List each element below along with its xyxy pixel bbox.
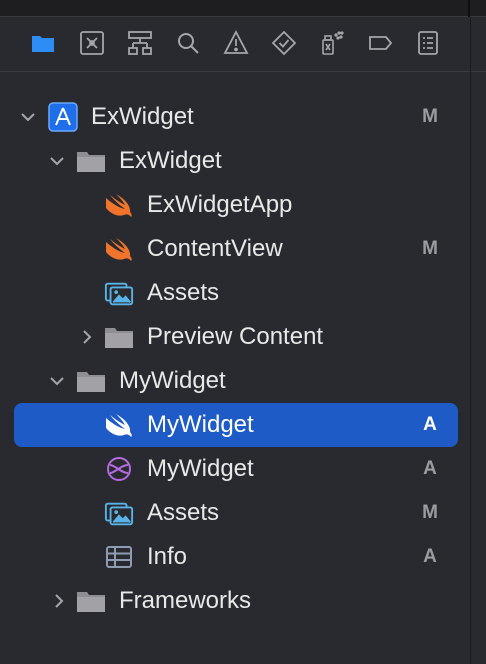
status-badge: M bbox=[422, 106, 438, 127]
split-view-gap bbox=[468, 0, 470, 17]
tree-row-folder-exwidget[interactable]: ExWidget bbox=[0, 139, 470, 183]
tree-row-project[interactable]: ExWidget M bbox=[0, 95, 470, 139]
test-icon bbox=[271, 30, 297, 56]
folder-icon bbox=[76, 367, 106, 395]
assets-icon bbox=[104, 279, 134, 307]
issue-navigator-button[interactable] bbox=[222, 29, 250, 57]
folder-icon bbox=[76, 587, 106, 615]
tree-row-label: MyWidget bbox=[147, 411, 254, 438]
swift-icon bbox=[104, 191, 134, 219]
folder-icon bbox=[104, 323, 134, 351]
tree-row-label: Assets bbox=[147, 499, 220, 526]
tree-row-label: MyWidget bbox=[147, 455, 254, 482]
tree-row-file-assets-2[interactable]: Assets M bbox=[0, 491, 470, 535]
chevron-down-icon[interactable] bbox=[47, 371, 67, 391]
tree-row-file-info[interactable]: Info A bbox=[0, 535, 470, 579]
project-navigator-button[interactable] bbox=[29, 29, 57, 57]
window-top-strip bbox=[0, 0, 486, 17]
tree-row-folder-mywidget[interactable]: MyWidget bbox=[0, 359, 470, 403]
status-badge: M bbox=[422, 502, 438, 523]
debug-icon bbox=[322, 31, 344, 55]
tree-row-label: ExWidgetApp bbox=[147, 191, 293, 218]
breakpoint-icon bbox=[369, 36, 393, 50]
hierarchy-icon bbox=[128, 31, 152, 55]
chevron-down-icon[interactable] bbox=[47, 151, 67, 171]
swift-icon bbox=[104, 235, 134, 263]
tree-row-label: MyWidget bbox=[119, 367, 226, 394]
warning-icon bbox=[223, 30, 249, 54]
find-navigator-button[interactable] bbox=[174, 29, 202, 57]
tree-row-label: ExWidget bbox=[119, 147, 222, 174]
status-badge: M bbox=[422, 238, 438, 259]
status-badge: A bbox=[423, 414, 437, 435]
tree-row-label: ExWidget bbox=[91, 103, 194, 130]
assets-icon bbox=[104, 499, 134, 527]
tree-row-file-exwidgetapp[interactable]: ExWidgetApp bbox=[0, 183, 470, 227]
folder-icon bbox=[76, 147, 106, 175]
swift-icon bbox=[104, 411, 134, 439]
tree-row-folder-preview-content[interactable]: Preview Content bbox=[0, 315, 470, 359]
debug-navigator-button[interactable] bbox=[318, 29, 346, 57]
tree-row-file-assets[interactable]: Assets bbox=[0, 271, 470, 315]
chevron-right-icon[interactable] bbox=[77, 327, 97, 347]
report-icon bbox=[418, 31, 438, 55]
report-navigator-button[interactable] bbox=[414, 29, 442, 57]
tree-row-label: Assets bbox=[147, 279, 220, 306]
xcode-project-icon bbox=[48, 102, 78, 132]
chevron-down-icon[interactable] bbox=[18, 107, 38, 127]
tree-row-label: ContentView bbox=[147, 235, 283, 262]
toolbar-divider bbox=[0, 71, 486, 72]
search-icon bbox=[178, 33, 199, 54]
navigator-selector-bar bbox=[0, 17, 486, 71]
source-control-icon bbox=[80, 31, 104, 55]
status-badge: A bbox=[423, 458, 437, 479]
split-view-divider bbox=[470, 17, 471, 664]
chevron-right-icon[interactable] bbox=[49, 591, 69, 611]
tree-row-label: Preview Content bbox=[147, 323, 324, 350]
tree-row-file-mywidget-swift[interactable]: MyWidget A bbox=[14, 403, 458, 447]
source-control-navigator-button[interactable] bbox=[78, 29, 106, 57]
plist-icon bbox=[104, 543, 134, 571]
symbol-navigator-button[interactable] bbox=[126, 29, 154, 57]
breakpoint-navigator-button[interactable] bbox=[366, 29, 394, 57]
tree-row-label: Frameworks bbox=[119, 587, 252, 614]
test-navigator-button[interactable] bbox=[270, 29, 298, 57]
status-badge: A bbox=[423, 546, 437, 567]
folder-icon bbox=[32, 36, 54, 52]
tree-row-folder-frameworks[interactable]: Frameworks bbox=[0, 579, 470, 623]
tree-row-label: Info bbox=[147, 543, 188, 570]
intent-definition-icon bbox=[104, 455, 134, 483]
tree-row-file-mywidget-intent[interactable]: MyWidget A bbox=[0, 447, 470, 491]
tree-row-file-contentview[interactable]: ContentView M bbox=[0, 227, 470, 271]
